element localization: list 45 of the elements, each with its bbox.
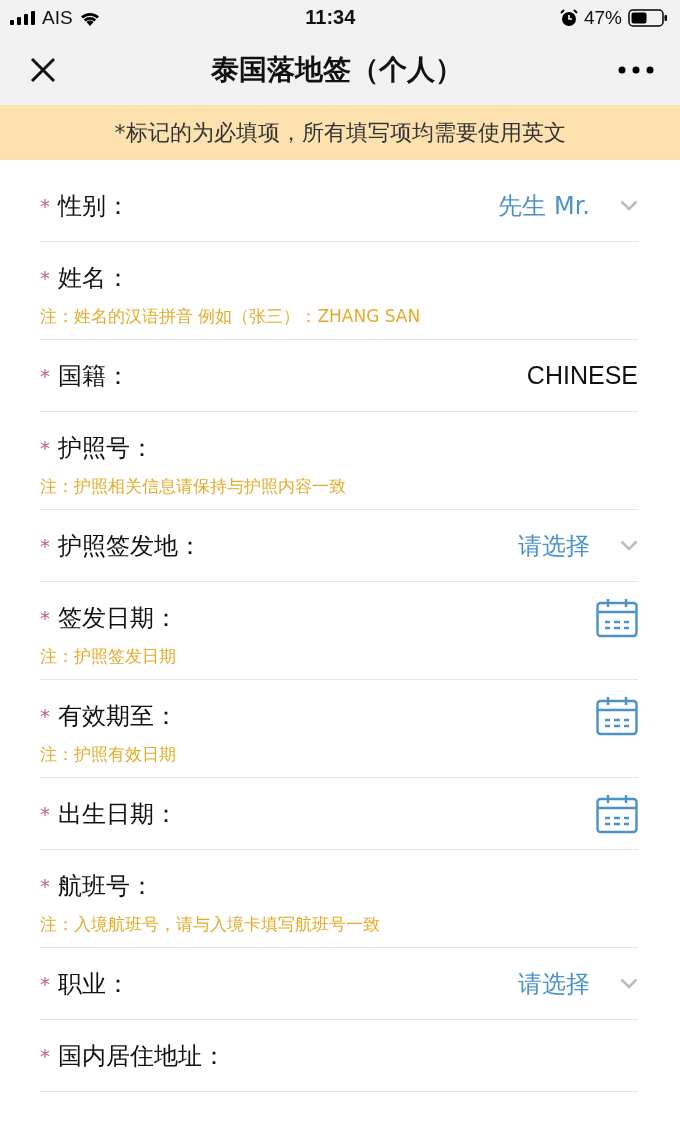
select-value[interactable]: 先生 Mr. <box>498 189 590 222</box>
field-label: 航班号： <box>58 870 155 902</box>
required-mark: * <box>40 605 51 630</box>
field-label: 签发日期： <box>58 602 179 634</box>
required-mark: * <box>40 801 51 826</box>
field-note: 注：入境航班号，请与入境卡填写航班号一致 <box>40 913 381 936</box>
chevron-down-icon[interactable] <box>620 540 638 551</box>
field-label: 护照签发地： <box>58 530 203 562</box>
field-note: 注：护照有效日期 <box>40 743 177 766</box>
calendar-icon[interactable] <box>596 695 638 736</box>
page-title: 泰国落地签（个人） <box>211 52 463 88</box>
required-mark: * <box>40 363 51 388</box>
select-value[interactable]: 请选择 <box>518 967 590 1000</box>
field-label: 出生日期： <box>58 798 179 830</box>
field-label: 有效期至： <box>58 700 179 732</box>
field-label: 国籍： <box>58 360 131 392</box>
calendar-icon[interactable] <box>596 597 638 638</box>
notice-banner: *标记的为必填项，所有填写项均需要使用英文 <box>0 105 680 160</box>
chevron-down-icon[interactable] <box>620 978 638 989</box>
required-mark: * <box>40 703 51 728</box>
field-value[interactable]: CHINESE <box>526 361 638 390</box>
field-label: 职业： <box>58 968 131 1000</box>
clock-time: 11:34 <box>305 6 356 29</box>
calendar-icon[interactable] <box>596 793 638 834</box>
required-mark: * <box>40 533 51 558</box>
battery-icon <box>628 8 668 27</box>
field-note: 注：护照相关信息请保持与护照内容一致 <box>40 475 347 498</box>
field-label: 性别： <box>58 190 131 222</box>
required-mark: * <box>40 265 51 290</box>
field-label: 护照号： <box>58 432 155 464</box>
required-mark: * <box>40 971 51 996</box>
alarm-icon <box>559 8 578 27</box>
carrier-name: AIS <box>42 6 73 29</box>
battery-percent: 47% <box>583 6 622 29</box>
field-note: 注：姓名的汉语拼音 例如（张三）：ZHANG SAN <box>40 305 422 328</box>
required-mark: * <box>40 435 51 460</box>
required-mark: * <box>40 873 51 898</box>
required-mark: * <box>40 1043 51 1068</box>
chevron-down-icon[interactable] <box>620 200 638 211</box>
select-value[interactable]: 请选择 <box>518 529 590 562</box>
field-note: 注：护照签发日期 <box>40 645 177 668</box>
field-label: 国内居住地址： <box>58 1040 227 1072</box>
signal-icon <box>10 10 36 25</box>
required-mark: * <box>40 193 51 218</box>
field-label: 姓名： <box>58 262 131 294</box>
